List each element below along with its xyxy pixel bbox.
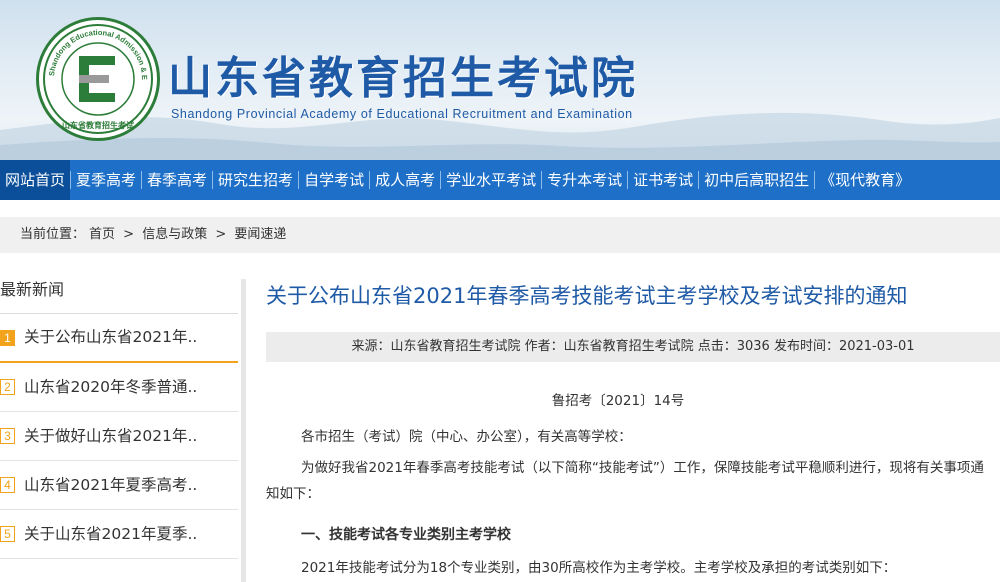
news-rank-badge: 4 — [0, 477, 15, 493]
nav-item-certificate-exam[interactable]: 证书考试 — [628, 160, 698, 200]
news-link[interactable]: 关于山东省2021年夏季.. — [24, 510, 197, 558]
latest-news-sidebar: 最新新闻 1 关于公布山东省2021年.. 2 山东省2020年冬季普通.. 3… — [0, 268, 238, 582]
news-link[interactable]: 关于公布山东省2021年.. — [24, 314, 197, 361]
news-list-item[interactable]: 1 关于公布山东省2021年.. — [0, 314, 238, 363]
breadcrumb-separator: > — [123, 227, 135, 242]
breadcrumb-news[interactable]: 要闻速递 — [234, 227, 286, 242]
main-nav: 网站首页 夏季高考 春季高考 研究生招考 自学考试 成人高考 学业水平考试 专升… — [0, 160, 1000, 200]
academy-logo[interactable]: Shandong Educational Admission & Examina… — [36, 17, 160, 141]
article-title: 关于公布山东省2021年春季高考技能考试主考学校及考试安排的通知 — [266, 284, 908, 308]
nav-item-adult-exam[interactable]: 成人高考 — [370, 160, 440, 200]
news-rank-badge: 2 — [0, 379, 15, 395]
article-paragraph: 为做好我省2021年春季高考技能考试（以下简称“技能考试”）工作，保障技能考试平… — [266, 460, 984, 502]
svg-text:山东省教育招生考试: 山东省教育招生考试 — [62, 120, 134, 130]
article-section-heading: 一、技能考试各专业类别主考学校 — [301, 527, 511, 543]
article-meta: 来源：山东省教育招生考试院 作者：山东省教育招生考试院 点击：3036 发布时间… — [266, 332, 1000, 362]
news-list-item[interactable]: 5 关于山东省2021年夏季.. — [0, 510, 238, 559]
news-link[interactable]: 关于做好山东省2021年.. — [24, 412, 197, 460]
breadcrumb-label: 当前位置： — [20, 227, 86, 242]
news-rank-badge: 5 — [0, 526, 15, 542]
nav-item-vocational-admission[interactable]: 初中后高职招生 — [699, 160, 814, 200]
site-title: 山东省教育招生考试院 — [168, 53, 638, 104]
breadcrumb-policy[interactable]: 信息与政策 — [142, 227, 207, 242]
nav-item-spring-exam[interactable]: 春季高考 — [142, 160, 212, 200]
nav-item-graduate-exam[interactable]: 研究生招考 — [213, 160, 298, 200]
nav-item-summer-exam[interactable]: 夏季高考 — [71, 160, 141, 200]
news-rank-badge: 3 — [0, 428, 15, 444]
document-number: 鲁招考〔2021〕14号 — [551, 393, 685, 409]
news-link[interactable]: 山东省2020年冬季普通.. — [24, 363, 197, 411]
news-list-item[interactable]: 2 山东省2020年冬季普通.. — [0, 363, 238, 412]
sidebar-title: 最新新闻 — [0, 268, 238, 314]
news-rank-badge: 1 — [0, 329, 15, 346]
news-list-item[interactable]: 3 关于做好山东省2021年.. — [0, 412, 238, 461]
nav-item-academic-level-exam[interactable]: 学业水平考试 — [441, 160, 541, 200]
site-header: Shandong Educational Admission & Examina… — [0, 0, 1000, 160]
news-link[interactable]: 山东省2021年夏季高考.. — [24, 461, 197, 509]
breadcrumb: 当前位置： 首页 > 信息与政策 > 要闻速递 — [0, 217, 1000, 253]
site-subtitle: Shandong Provincial Academy of Education… — [171, 107, 633, 121]
breadcrumb-home[interactable]: 首页 — [89, 227, 115, 242]
nav-item-home[interactable]: 网站首页 — [0, 160, 71, 200]
sidebar-scrollbar[interactable] — [241, 279, 246, 582]
nav-item-modern-education[interactable]: 《现代教育》 — [815, 160, 915, 200]
article-paragraph: 2021年技能考试分为18个专业类别，由30所高校作为主考学校。主考学校及承担的… — [301, 560, 897, 576]
article-salutation: 各市招生（考试）院（中心、办公室），有关高等学校： — [301, 429, 632, 445]
nav-item-self-study-exam[interactable]: 自学考试 — [299, 160, 369, 200]
nav-item-upgrade-exam[interactable]: 专升本考试 — [542, 160, 627, 200]
news-list-item[interactable]: 4 山东省2021年夏季高考.. — [0, 461, 238, 510]
breadcrumb-separator: > — [215, 227, 227, 242]
